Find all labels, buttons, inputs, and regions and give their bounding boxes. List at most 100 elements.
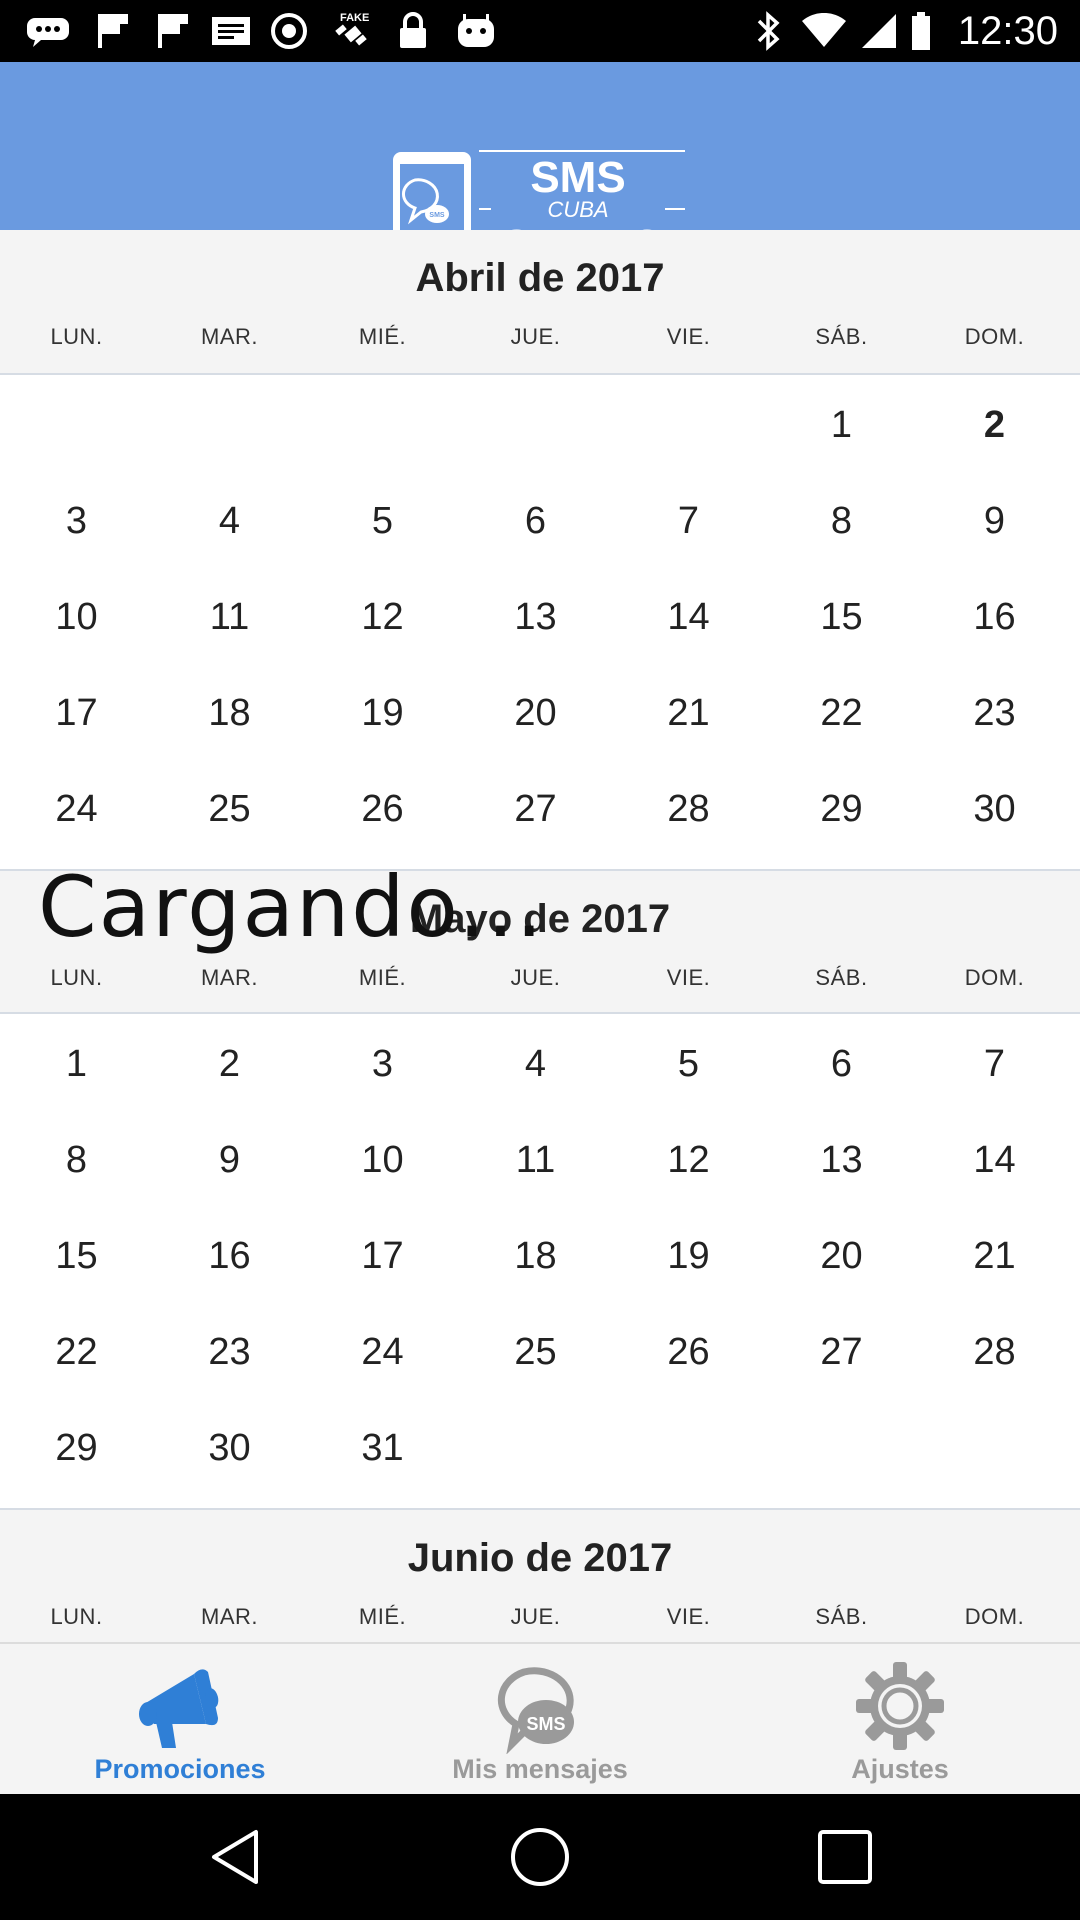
calendar-day[interactable]: 19 <box>306 683 459 743</box>
flipboard-icon <box>90 0 136 62</box>
calendar-day[interactable]: 30 <box>153 1418 306 1478</box>
nav-promociones[interactable]: Promociones <box>0 1644 360 1796</box>
weekday-label: JUE. <box>510 965 561 990</box>
calendar-day[interactable]: 8 <box>765 491 918 551</box>
calendar-day[interactable]: 9 <box>918 491 1071 551</box>
weekday-label: VIE. <box>666 1604 711 1629</box>
calendar-day[interactable]: 26 <box>306 779 459 839</box>
status-bar: FAKE 12:30 <box>0 0 1080 62</box>
calendar-day[interactable]: 3 <box>0 491 153 551</box>
calendar-day[interactable]: 12 <box>306 587 459 647</box>
calendar-day[interactable]: 14 <box>612 587 765 647</box>
bottom-navigation: Promociones SMS Mis mensajes Ajustes <box>0 1642 1080 1794</box>
app-header: SMS SMS CUBA GRATIS <box>0 62 1080 270</box>
month-title: Abril de 2017 <box>415 256 665 300</box>
recents-icon[interactable] <box>812 1824 878 1890</box>
calendar-day[interactable]: 23 <box>153 1322 306 1382</box>
month-title: Junio de 2017 <box>407 1536 673 1580</box>
calendar-day[interactable]: 21 <box>918 1226 1071 1286</box>
system-navigation-bar <box>0 1794 1080 1920</box>
calendar-day[interactable]: 6 <box>765 1034 918 1094</box>
bluetooth-icon <box>748 0 788 62</box>
calendar-day[interactable]: 20 <box>765 1226 918 1286</box>
lock-icon <box>388 0 438 62</box>
flipboard-icon <box>150 0 196 62</box>
calendar-day[interactable]: 15 <box>765 587 918 647</box>
calendar-day[interactable]: 11 <box>153 587 306 647</box>
calendar-day[interactable]: 28 <box>612 779 765 839</box>
svg-text:FAKE: FAKE <box>340 12 369 24</box>
calendar-day[interactable]: 16 <box>918 587 1071 647</box>
calendar-day[interactable]: 17 <box>0 683 153 743</box>
calendar-day[interactable]: 30 <box>918 779 1071 839</box>
calendar-day[interactable]: 5 <box>612 1034 765 1094</box>
calendar-day[interactable]: 10 <box>0 587 153 647</box>
status-time: 12:30 <box>957 9 1058 53</box>
calendar-day[interactable]: 24 <box>306 1322 459 1382</box>
logo-line2: CUBA <box>547 197 608 222</box>
weekday-label: SÁB. <box>815 324 868 349</box>
nav-label-ajustes: Ajustes <box>851 1754 949 1784</box>
weekday-label: MAR. <box>201 324 258 349</box>
calendar-day[interactable]: 22 <box>765 683 918 743</box>
calendar-day[interactable]: 4 <box>459 1034 612 1094</box>
home-icon[interactable] <box>507 1824 573 1890</box>
loading-text: Cargando... <box>38 858 545 956</box>
weekday-label: MAR. <box>201 965 258 990</box>
nav-mis-mensajes[interactable]: SMS Mis mensajes <box>360 1644 720 1796</box>
calendar-day[interactable]: 19 <box>612 1226 765 1286</box>
calendar-day[interactable]: 8 <box>0 1130 153 1190</box>
logo-phone-text: SMS <box>429 212 445 219</box>
weekday-label: LUN. <box>50 324 103 349</box>
calendar-day[interactable]: 6 <box>459 491 612 551</box>
back-icon[interactable] <box>204 1824 270 1890</box>
calendar-day[interactable]: 10 <box>306 1130 459 1190</box>
calendar-day[interactable]: 4 <box>153 491 306 551</box>
calendar-day[interactable]: 1 <box>765 395 918 455</box>
mail-icon <box>206 0 256 62</box>
weekday-label: JUE. <box>510 1604 561 1629</box>
calendar-day[interactable]: 25 <box>459 1322 612 1382</box>
calendar-day[interactable]: 22 <box>0 1322 153 1382</box>
nav-ajustes[interactable]: Ajustes <box>720 1644 1080 1796</box>
sms-bubble-icon: SMS <box>497 1667 574 1754</box>
weekday-label: VIE. <box>666 324 711 349</box>
calendar-day[interactable]: 2 <box>153 1034 306 1094</box>
calendar-day[interactable]: 15 <box>0 1226 153 1286</box>
calendar-day[interactable]: 29 <box>765 779 918 839</box>
calendar-day[interactable]: 18 <box>153 683 306 743</box>
calendar-day[interactable]: 26 <box>612 1322 765 1382</box>
weekday-label: DOM. <box>964 1604 1025 1629</box>
calendar-day[interactable]: 3 <box>306 1034 459 1094</box>
wifi-icon <box>798 0 850 62</box>
calendar-day[interactable]: 13 <box>459 587 612 647</box>
weekday-label: MIÉ. <box>358 324 407 349</box>
calendar-day[interactable]: 9 <box>153 1130 306 1190</box>
weekday-label: SÁB. <box>815 965 868 990</box>
calendar-day[interactable]: 27 <box>765 1322 918 1382</box>
calendar-day[interactable]: 29 <box>0 1418 153 1478</box>
calendar-day[interactable]: 25 <box>153 779 306 839</box>
calendar-day[interactable]: 24 <box>0 779 153 839</box>
calendar-day[interactable]: 7 <box>612 491 765 551</box>
weekday-label: DOM. <box>964 965 1025 990</box>
calendar-day[interactable]: 18 <box>459 1226 612 1286</box>
calendar-day[interactable]: 5 <box>306 491 459 551</box>
calendar-day[interactable]: 1 <box>0 1034 153 1094</box>
calendar-day[interactable]: 7 <box>918 1034 1071 1094</box>
calendar-day[interactable]: 12 <box>612 1130 765 1190</box>
calendar-day[interactable]: 20 <box>459 683 612 743</box>
calendar-day[interactable]: 21 <box>612 683 765 743</box>
calendar-day[interactable]: 11 <box>459 1130 612 1190</box>
calendar-day[interactable]: 2 <box>918 395 1071 455</box>
calendar-day[interactable]: 27 <box>459 779 612 839</box>
calendar-day[interactable]: 31 <box>306 1418 459 1478</box>
battery-icon <box>906 0 936 62</box>
calendar-day[interactable]: 13 <box>765 1130 918 1190</box>
calendar-day[interactable]: 28 <box>918 1322 1071 1382</box>
calendar-day[interactable]: 16 <box>153 1226 306 1286</box>
calendar-day[interactable]: 14 <box>918 1130 1071 1190</box>
weekday-label: DOM. <box>964 324 1025 349</box>
calendar-day[interactable]: 17 <box>306 1226 459 1286</box>
calendar-day[interactable]: 23 <box>918 683 1071 743</box>
